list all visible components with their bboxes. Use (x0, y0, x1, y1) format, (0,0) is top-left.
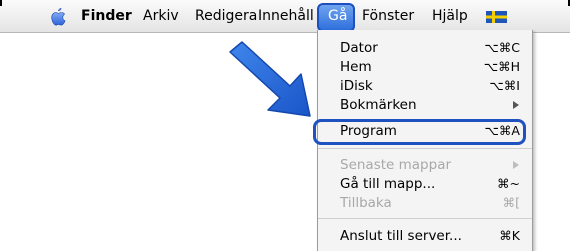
menu-ga[interactable]: Gå (328, 7, 347, 25)
submenu-arrow-icon (513, 161, 519, 169)
menu-item-shortcut: ⌘~ (497, 176, 520, 191)
menu-item-shortcut: ⌥⌘C (484, 40, 520, 55)
menu-item-label: Senaste mappar (340, 157, 452, 173)
apple-menu-icon[interactable] (47, 5, 69, 27)
submenu-arrow-icon (513, 101, 519, 109)
menu-item-dator[interactable]: Dator ⌥⌘C (318, 38, 532, 58)
swedish-flag-icon[interactable] (486, 11, 507, 23)
menu-finder[interactable]: Finder (81, 7, 132, 25)
menu-item-hem[interactable]: Hem ⌥⌘H (318, 57, 532, 77)
menu-item-shortcut: ⌥⌘I (489, 78, 520, 93)
menu-item-label: iDisk (340, 78, 373, 94)
menu-innehall[interactable]: Innehåll (258, 7, 314, 25)
menu-item-shortcut: ⌥⌘H (483, 59, 520, 74)
menu-item-tillbaka[interactable]: Tillbaka ⌘[ (318, 193, 532, 213)
program-highlight-frame (313, 119, 526, 145)
blue-pointer-arrow-icon (229, 41, 311, 117)
menu-item-anslut-till-server[interactable]: Anslut till server... ⌘K (318, 226, 532, 246)
menu-item-shortcut: ⌘K (499, 228, 520, 243)
menu-item-label: Tillbaka (340, 195, 392, 211)
menu-item-label: Gå till mapp... (340, 176, 436, 192)
menu-item-bokmarken[interactable]: Bokmärken (318, 95, 532, 109)
menu-item-idisk[interactable]: iDisk ⌥⌘I (318, 76, 532, 96)
menu-item-label: Dator (340, 40, 378, 56)
menu-item-label: Bokmärken (340, 97, 417, 109)
menu-separator (318, 218, 532, 219)
menu-item-shortcut: ⌘[ (502, 195, 520, 210)
menu-item-senaste-mappar[interactable]: Senaste mappar (318, 155, 532, 175)
menu-item-label: Hem (340, 59, 372, 75)
menu-item-ga-till-mapp[interactable]: Gå till mapp... ⌘~ (318, 174, 532, 194)
menu-arkiv[interactable]: Arkiv (143, 7, 179, 25)
menu-hjalp[interactable]: Hjälp (432, 7, 468, 25)
menu-fonster[interactable]: Fönster (362, 7, 414, 25)
menu-separator (318, 148, 532, 149)
screen-corner-left (0, 0, 2, 6)
menu-bar: Finder Arkiv Redigera Innehåll Gå Fönste… (0, 0, 570, 33)
menu-item-label: Anslut till server... (340, 228, 462, 244)
menu-redigera[interactable]: Redigera (195, 7, 257, 25)
